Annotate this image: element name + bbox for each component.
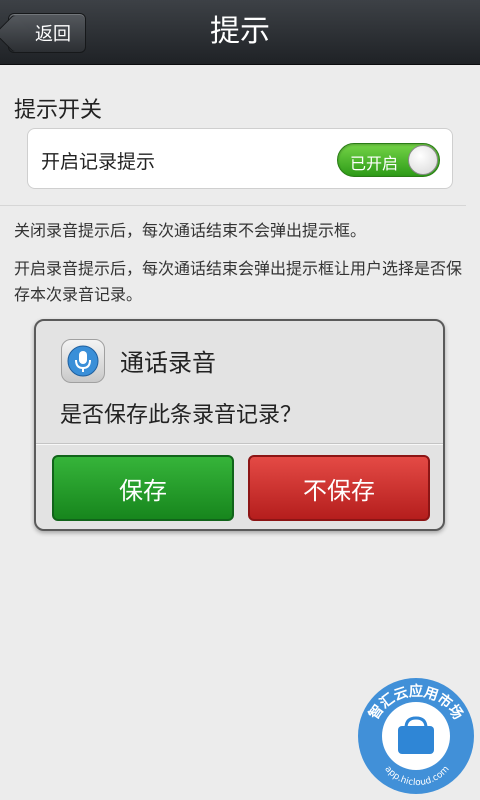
title-bar: 返回 提示 (0, 0, 480, 65)
page-title: 提示 (210, 14, 270, 49)
microphone-icon (61, 339, 105, 383)
dialog-preview: 通话录音 是否保存此条录音记录？ 保存 不保存 (34, 319, 445, 531)
watermark-logo: 智汇云应用市场 app.hicloud.com (352, 670, 478, 796)
toggle-state-text: 已开启 (350, 154, 399, 173)
dialog-title: 通话录音 (120, 349, 216, 377)
back-button-label: 返回 (35, 24, 71, 45)
setting-card: 开启记录提示 已开启 (27, 128, 453, 189)
setting-label: 开启记录提示 (41, 151, 156, 173)
dialog-message: 是否保存此条录音记录？ (60, 403, 303, 428)
description-off: 关闭录音提示后，每次通话结束不会弹出提示框。 (14, 221, 367, 240)
dialog-separator (36, 443, 443, 445)
divider (0, 205, 466, 206)
section-title: 提示开关 (14, 98, 103, 123)
description-on: 开启录音提示后，每次通话结束会弹出提示框让用户选择是否保存本次录音记录。 (14, 259, 463, 304)
save-button[interactable]: 保存 (52, 455, 234, 521)
toggle-knob (408, 145, 438, 175)
discard-button[interactable]: 不保存 (248, 455, 430, 521)
record-prompt-toggle[interactable]: 已开启 (337, 143, 440, 177)
